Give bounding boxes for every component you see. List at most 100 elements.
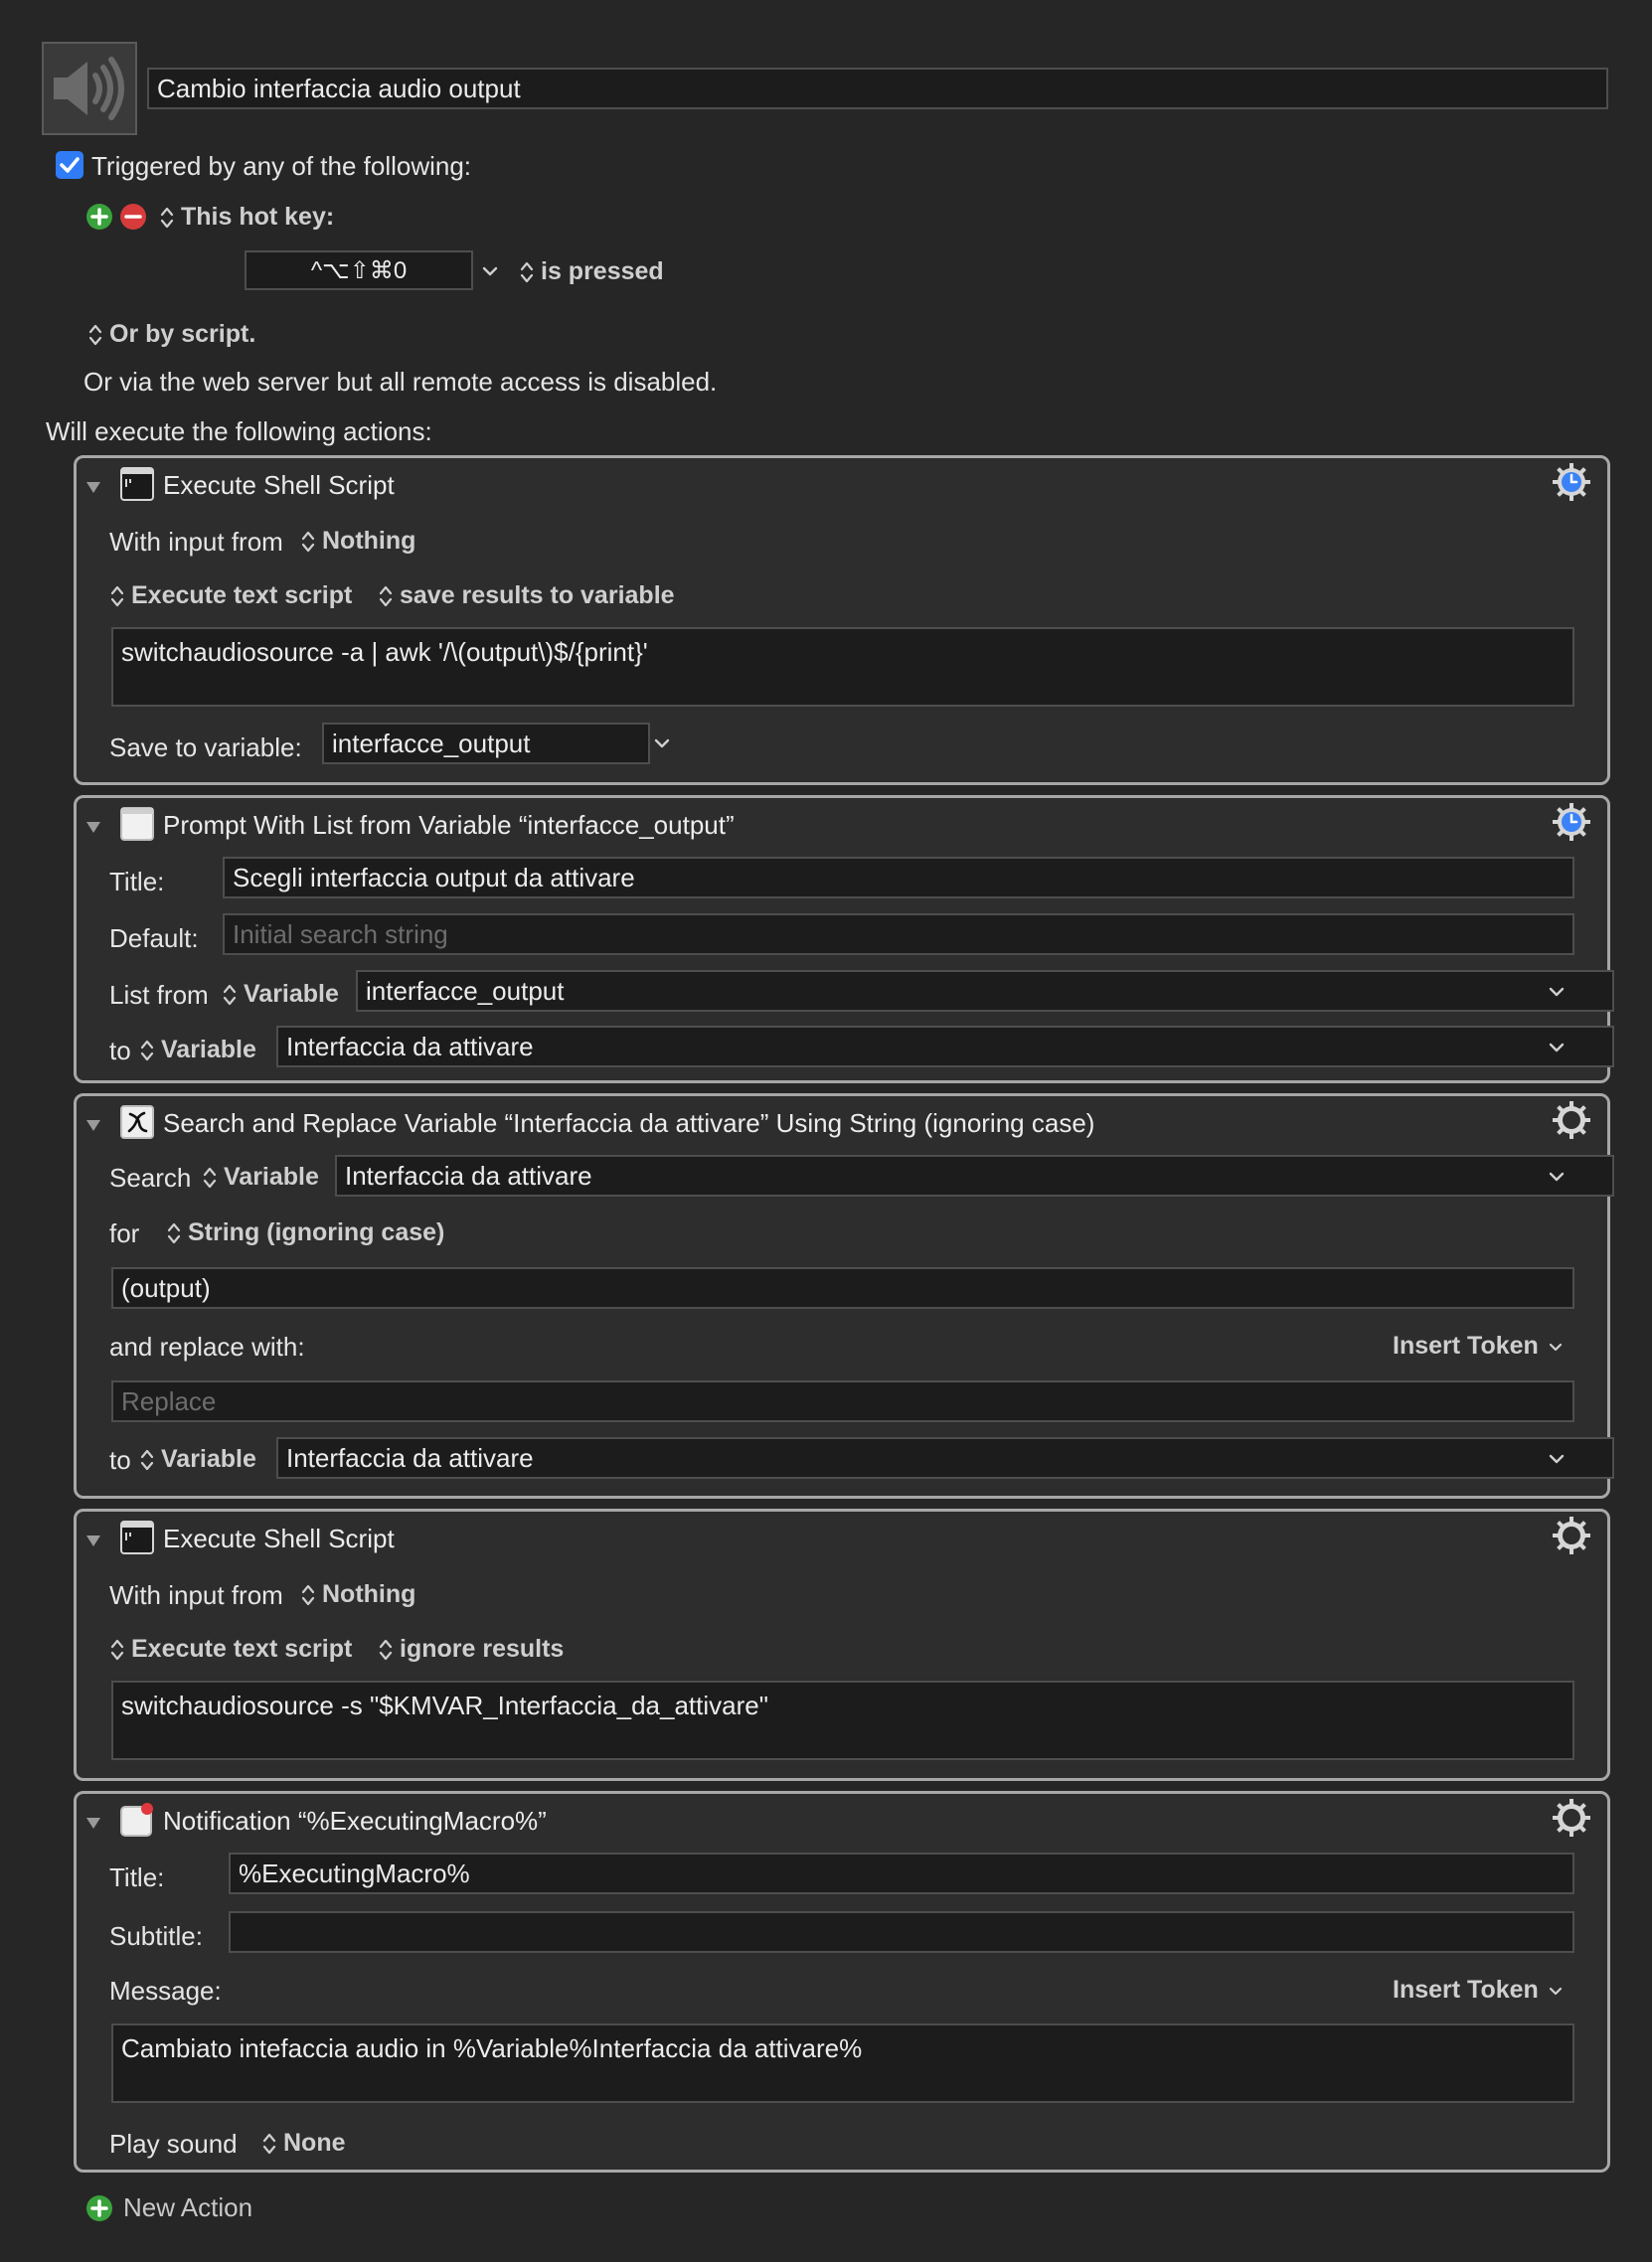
action-title: Execute Shell Script xyxy=(163,1524,395,1553)
variable-dropdown-chevron-icon[interactable] xyxy=(1546,1448,1568,1470)
script-textarea[interactable]: switchaudiosource -s "$KMVAR_Interfaccia… xyxy=(111,1681,1574,1760)
search-string-field[interactable]: (output) xyxy=(111,1267,1574,1309)
to-variable-field[interactable]: Interfaccia da attivare xyxy=(276,1026,1614,1067)
actions-header: Will execute the following actions: xyxy=(46,416,432,446)
for-type-popup[interactable]: String (ignoring case) xyxy=(166,1218,444,1247)
script-mode-popup[interactable]: Execute text script xyxy=(109,581,352,610)
stepper-icon xyxy=(519,259,535,285)
disclosure-triangle-icon[interactable] xyxy=(84,1116,102,1134)
notification-title-field[interactable]: %ExecutingMacro% xyxy=(229,1853,1574,1894)
list-from-type-popup[interactable]: Variable xyxy=(222,980,339,1009)
save-variable-field[interactable]: interfacce_output xyxy=(322,723,650,764)
replace-field[interactable]: Replace xyxy=(111,1380,1574,1422)
input-from-label: With input from xyxy=(109,527,283,557)
macro-name-field[interactable]: Cambio interfaccia audio output xyxy=(147,68,1608,109)
plus-circle-icon xyxy=(86,2194,112,2221)
script-mode-value: Execute text script xyxy=(131,1635,353,1663)
triggered-checkbox[interactable] xyxy=(56,151,83,179)
disclosure-triangle-icon[interactable] xyxy=(84,818,102,836)
web-server-note: Or via the web server but all remote acc… xyxy=(83,367,718,397)
hotkey-mode-label: is pressed xyxy=(541,257,664,285)
action-execute-shell-script-2[interactable]: Execute Shell Script With input from Not… xyxy=(74,1509,1610,1781)
script-mode-popup[interactable]: Execute text script xyxy=(109,1635,352,1664)
action-title: Search and Replace Variable “Interfaccia… xyxy=(163,1108,1095,1138)
stepper-icon xyxy=(378,583,394,609)
notification-message-textarea[interactable]: Cambiato intefaccia audio in %Variable%I… xyxy=(111,2023,1574,2103)
result-mode-popup[interactable]: ignore results xyxy=(378,1635,564,1664)
hotkey-mode-popup[interactable]: is pressed xyxy=(519,257,664,286)
new-action-label: New Action xyxy=(123,2192,253,2222)
result-mode-value: ignore results xyxy=(400,1635,565,1663)
variable-dropdown-chevron-icon[interactable] xyxy=(1546,1166,1568,1188)
for-type-value: String (ignoring case) xyxy=(188,1218,445,1246)
disclosure-triangle-icon[interactable] xyxy=(84,1532,102,1549)
input-from-popup[interactable]: Nothing xyxy=(300,1580,415,1609)
for-label: for xyxy=(109,1218,140,1248)
prompt-title-field[interactable]: Scegli interfaccia output da attivare xyxy=(223,857,1574,898)
hotkey-field[interactable]: ^⌥⇧⌘0 xyxy=(245,250,473,290)
to-type-popup[interactable]: Variable xyxy=(139,1445,256,1474)
stepper-icon xyxy=(87,322,103,348)
play-sound-label: Play sound xyxy=(109,2129,238,2159)
script-mode-value: Execute text script xyxy=(131,581,353,609)
macro-icon-well[interactable] xyxy=(42,42,137,135)
hotkey-dropdown-chevron-icon[interactable] xyxy=(479,260,501,282)
insert-token-button[interactable]: Insert Token xyxy=(1393,1332,1565,1361)
speaker-icon xyxy=(54,57,124,120)
plus-circle-icon xyxy=(86,204,112,230)
title-label: Title: xyxy=(109,1862,165,1892)
gear-icon[interactable] xyxy=(1552,1516,1591,1555)
terminal-icon xyxy=(120,467,154,501)
checkmark-icon xyxy=(60,157,80,173)
input-from-label: With input from xyxy=(109,1580,283,1610)
gear-clock-icon[interactable] xyxy=(1552,802,1591,842)
default-field[interactable]: Initial search string xyxy=(223,913,1574,955)
list-from-variable-field[interactable]: interfacce_output xyxy=(356,970,1614,1012)
list-from-label: List from xyxy=(109,980,209,1010)
action-execute-shell-script-1[interactable]: Execute Shell Script With input from Not… xyxy=(74,455,1610,785)
new-action-button[interactable]: New Action xyxy=(85,2192,252,2223)
notification-subtitle-field[interactable] xyxy=(229,1911,1574,1953)
notification-icon xyxy=(120,1803,154,1837)
result-mode-popup[interactable]: save results to variable xyxy=(378,581,675,610)
stepper-icon xyxy=(109,1637,125,1663)
stepper-icon xyxy=(300,529,316,555)
remove-trigger-button[interactable] xyxy=(119,203,147,231)
stepper-icon xyxy=(300,1582,316,1608)
action-prompt-with-list[interactable]: Prompt With List from Variable “interfac… xyxy=(74,795,1614,1083)
variable-dropdown-chevron-icon[interactable] xyxy=(1546,981,1568,1003)
replace-with-label: and replace with: xyxy=(109,1332,305,1362)
save-to-variable-label: Save to variable: xyxy=(109,732,302,762)
disclosure-triangle-icon[interactable] xyxy=(84,1814,102,1832)
play-sound-value: None xyxy=(283,2129,346,2157)
gear-clock-icon[interactable] xyxy=(1552,462,1591,502)
action-search-and-replace[interactable]: Search and Replace Variable “Interfaccia… xyxy=(74,1093,1614,1499)
input-from-popup[interactable]: Nothing xyxy=(300,527,415,556)
or-by-script-label: Or by script. xyxy=(109,320,256,348)
gear-icon[interactable] xyxy=(1552,1100,1591,1140)
or-by-script-popup[interactable]: Or by script. xyxy=(87,320,255,349)
action-notification[interactable]: Notification “%ExecutingMacro%” Title: %… xyxy=(74,1791,1610,2173)
search-type-value: Variable xyxy=(224,1163,319,1191)
to-type-value: Variable xyxy=(161,1036,256,1063)
add-trigger-button[interactable] xyxy=(85,203,113,231)
trigger-type-popup[interactable]: This hot key: xyxy=(159,203,334,232)
search-type-popup[interactable]: Variable xyxy=(202,1163,319,1192)
gear-icon[interactable] xyxy=(1552,1798,1591,1838)
stepper-icon xyxy=(109,583,125,609)
variable-dropdown-chevron-icon[interactable] xyxy=(651,732,673,754)
input-from-value: Nothing xyxy=(322,1580,416,1608)
title-label: Title: xyxy=(109,867,165,896)
to-label: to xyxy=(109,1445,131,1475)
chevron-down-icon xyxy=(1549,1343,1562,1351)
disclosure-triangle-icon[interactable] xyxy=(84,478,102,496)
insert-token-button[interactable]: Insert Token xyxy=(1393,1976,1565,2005)
variable-dropdown-chevron-icon[interactable] xyxy=(1546,1037,1568,1058)
search-variable-field[interactable]: Interfaccia da attivare xyxy=(335,1155,1614,1197)
to-type-popup[interactable]: Variable xyxy=(139,1036,256,1064)
to-variable-field[interactable]: Interfaccia da attivare xyxy=(276,1437,1614,1479)
message-label: Message: xyxy=(109,1976,222,2006)
input-from-value: Nothing xyxy=(322,527,416,555)
script-textarea[interactable]: switchaudiosource -a | awk '/\(output\)$… xyxy=(111,627,1574,707)
play-sound-popup[interactable]: None xyxy=(261,2129,346,2158)
